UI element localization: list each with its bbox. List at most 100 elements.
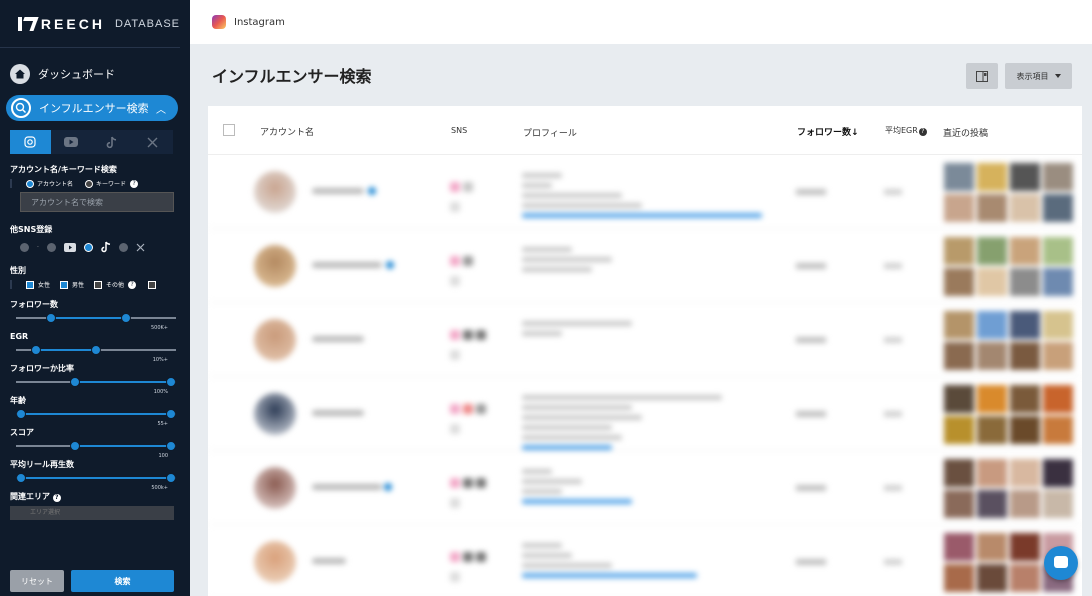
platform-name: Instagram <box>234 16 285 28</box>
logo[interactable]: REECH DATABASE <box>0 0 180 48</box>
search-icon <box>11 98 31 118</box>
tiktok-icon <box>101 241 111 253</box>
checkbox-male[interactable] <box>60 280 69 289</box>
checkbox-other[interactable] <box>94 280 103 289</box>
other-sns-label: 他SNS登録 <box>10 225 53 234</box>
home-icon <box>10 64 30 84</box>
slider-handle-max[interactable] <box>166 473 176 483</box>
gender-checkboxes: 女性 男性 その他 ? <box>10 280 180 289</box>
reel-slider[interactable] <box>16 471 176 485</box>
sns-reg-youtube-radio[interactable] <box>46 242 56 252</box>
help-icon: ? <box>918 128 927 136</box>
area-select[interactable]: エリア選択 <box>10 506 174 520</box>
nav-influencer-search-label: インフルエンサー検索 <box>39 102 149 115</box>
platform-bar: Instagram <box>190 0 1092 44</box>
reset-button[interactable]: リセット <box>10 570 64 592</box>
slider-handle-max[interactable] <box>166 377 176 387</box>
radio-keyword[interactable] <box>85 179 94 188</box>
follower-ratio-slider[interactable] <box>16 375 176 389</box>
account-search-input[interactable]: アカウント名で検索 <box>20 192 174 212</box>
follower-ratio-max: 100% <box>153 389 168 395</box>
youtube-icon <box>64 137 79 147</box>
tab-x[interactable] <box>132 130 173 154</box>
egr-label: EGR <box>10 332 29 341</box>
help-icon[interactable]: ? <box>128 280 137 289</box>
sns-reg-tiktok-radio[interactable] <box>83 242 93 252</box>
sns-tabs <box>10 130 173 154</box>
chevron-up-icon[interactable]: ︿ <box>156 101 166 116</box>
slider-handle-min[interactable] <box>31 345 41 355</box>
x-icon <box>147 137 158 147</box>
reel-label: 平均リール再生数 <box>10 460 74 469</box>
brand-name: REECH <box>40 15 105 32</box>
youtube-icon <box>63 242 76 252</box>
area-label: 関連エリア ? <box>10 491 180 503</box>
col-egr[interactable]: 平均EGR? <box>885 125 927 136</box>
sns-reg-instagram-radio[interactable] <box>20 242 29 252</box>
display-items-label: 表示項目 <box>1016 71 1049 81</box>
tab-tiktok[interactable] <box>91 130 133 154</box>
col-account[interactable]: アカウント名 <box>260 125 314 138</box>
search-button[interactable]: 検索 <box>71 570 174 592</box>
instagram-logo-icon <box>212 15 226 29</box>
sidebar: REECH DATABASE ダッシュボード インフルエンサー検索 ︿ アカウン… <box>0 0 190 596</box>
nav-influencer-search[interactable]: インフルエンサー検索 ︿ <box>6 95 178 121</box>
radio-account-label: アカウント名 <box>37 181 74 188</box>
followers-slider[interactable] <box>16 311 176 325</box>
caret-down-icon <box>1054 74 1061 78</box>
col-followers[interactable]: フォロワー数↓ <box>797 125 859 138</box>
tiktok-icon <box>106 136 116 148</box>
sns-reg-x-radio[interactable] <box>118 242 128 252</box>
slider-handle-min[interactable] <box>46 313 56 323</box>
checkbox-female[interactable] <box>26 280 34 289</box>
gender-label: 性別 <box>10 266 26 275</box>
table-row[interactable] <box>208 155 1082 229</box>
table-row[interactable] <box>208 525 1082 596</box>
table-row[interactable] <box>208 377 1082 451</box>
brand-sub: DATABASE <box>114 17 180 30</box>
egr-slider[interactable] <box>16 343 176 357</box>
slider-handle-max[interactable] <box>121 313 131 323</box>
slider-handle-max[interactable] <box>166 441 176 451</box>
followers-max: 500K+ <box>150 325 168 331</box>
slider-handle-min[interactable] <box>16 473 26 483</box>
tab-instagram[interactable] <box>10 130 51 154</box>
col-posts: 直近の投稿 <box>943 129 989 139</box>
checkbox-other-label: その他 <box>106 282 125 289</box>
table-row[interactable] <box>208 451 1082 525</box>
slider-handle-max[interactable] <box>91 345 101 355</box>
select-all-checkbox[interactable] <box>223 124 235 136</box>
help-icon[interactable]: ? <box>52 494 61 502</box>
checkbox-male-label: 男性 <box>72 282 85 289</box>
chat-support-button[interactable] <box>1044 546 1078 580</box>
influencer-table: アカウント名 SNS プロフィール フォロワー数↓ 平均EGR? 直近の投稿 <box>208 106 1082 596</box>
page-title: インフルエンサー検索 <box>212 67 372 86</box>
sort-down-arrow-icon: ↓ <box>851 128 859 138</box>
nav-dashboard[interactable]: ダッシュボード <box>10 62 190 86</box>
table-header: アカウント名 SNS プロフィール フォロワー数↓ 平均EGR? 直近の投稿 <box>208 106 1082 155</box>
followers-label: フォロワー数 <box>10 300 58 309</box>
instagram-icon <box>24 136 36 148</box>
table-row[interactable] <box>208 303 1082 377</box>
age-slider[interactable] <box>16 407 176 421</box>
table-row[interactable] <box>208 229 1082 303</box>
checkbox-unspecified[interactable] <box>148 280 157 289</box>
age-max: 55+ <box>157 421 168 427</box>
main-content: Instagram インフルエンサー検索 表示項目 アカウント名 SNS プロフ… <box>190 0 1092 596</box>
search-mode-radios: アカウント名 キーワード ? <box>10 179 180 188</box>
slider-handle-min[interactable] <box>70 377 80 387</box>
score-slider[interactable] <box>16 439 176 453</box>
display-items-button[interactable]: 表示項目 <box>1005 63 1072 89</box>
slider-handle-max[interactable] <box>166 409 176 419</box>
col-sns: SNS <box>451 126 468 135</box>
tab-youtube[interactable] <box>50 130 92 154</box>
other-sns-options: · <box>10 239 180 255</box>
help-icon[interactable]: ? <box>130 179 139 188</box>
nav-dashboard-label: ダッシュボード <box>38 68 115 81</box>
radio-account[interactable] <box>26 179 34 188</box>
slider-handle-min[interactable] <box>70 441 80 451</box>
layout-toggle-button[interactable] <box>966 63 998 89</box>
follower-ratio-label: フォロワーか比率 <box>10 364 74 373</box>
col-profile: プロフィール <box>523 129 577 139</box>
slider-handle-min[interactable] <box>16 409 26 419</box>
